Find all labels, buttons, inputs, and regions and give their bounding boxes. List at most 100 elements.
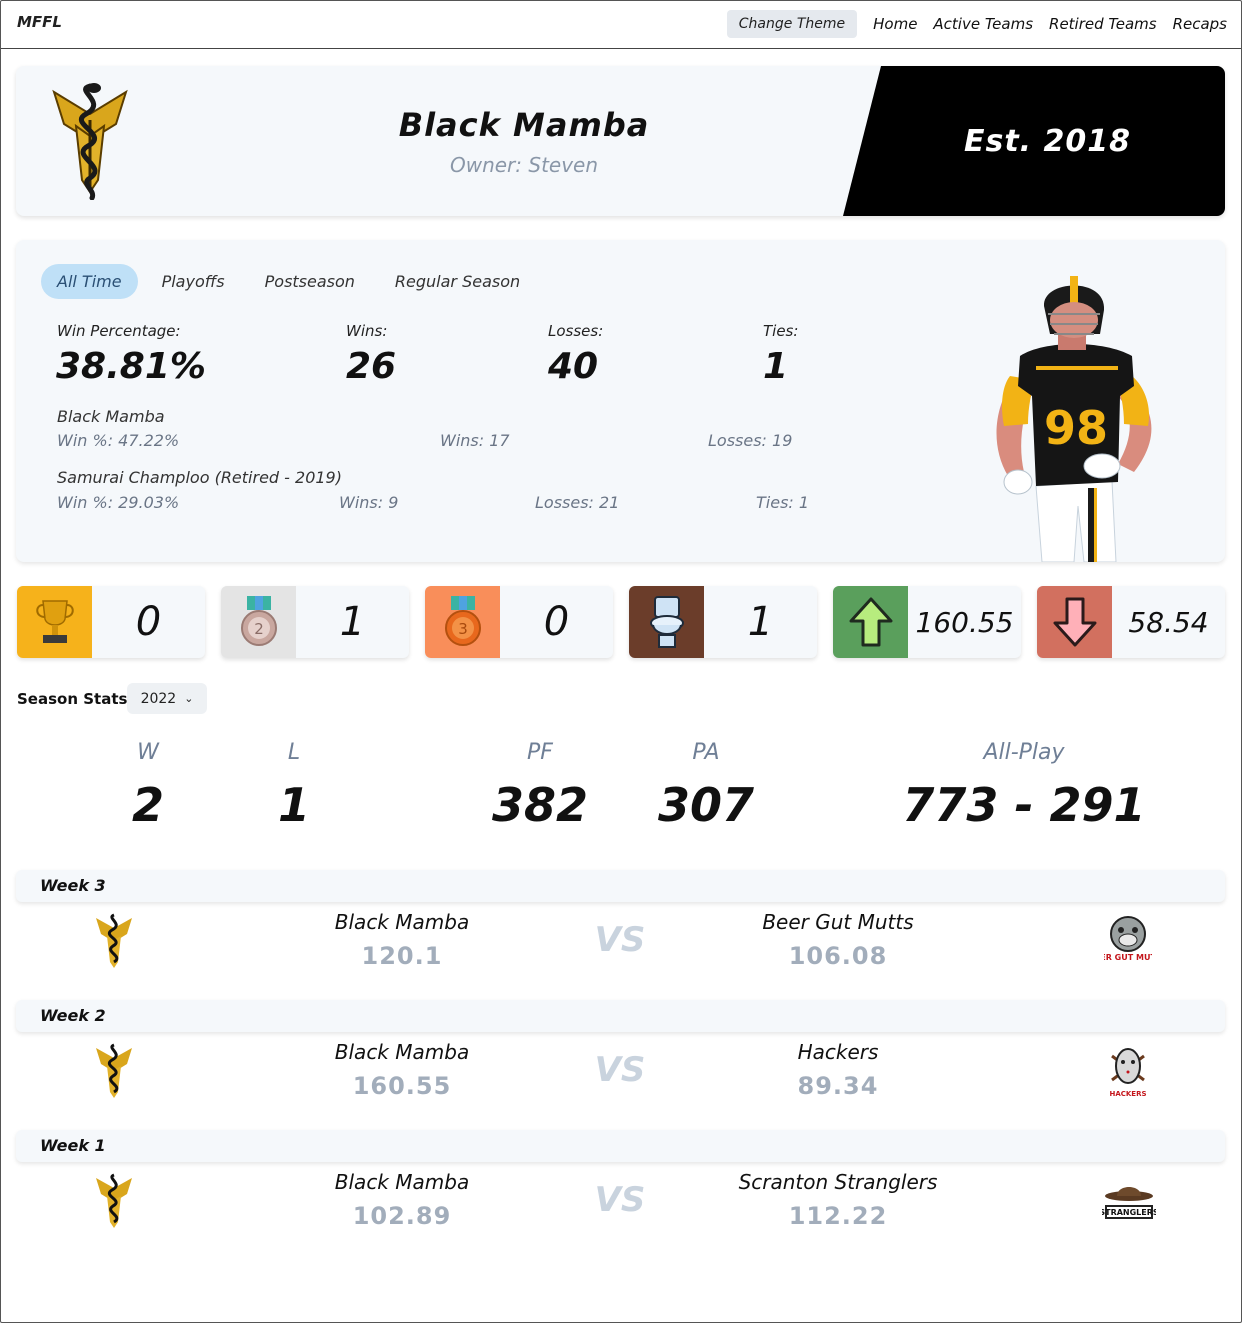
season-wins-header: W (137, 740, 159, 765)
team-owner: Owner: Steven (449, 153, 599, 177)
award-card-championships: 0 (17, 586, 205, 658)
home-team-score: 160.55 (352, 1072, 452, 1100)
away-logo-text: BEER GUT MUTTS (1104, 953, 1152, 962)
win-percentage-value: 38.81% (56, 346, 206, 387)
history-team-name: Samurai Champloo (Retired - 2019) (57, 468, 342, 487)
away-team-score: 112.22 (788, 1202, 888, 1230)
season-pa-value: 307 (657, 778, 755, 832)
second-place-count: 1 (339, 599, 366, 645)
season-losses-value: 1 (277, 778, 310, 832)
season-allplay-header: All-Play (983, 740, 1065, 765)
season-stats-label: Season Stats: (17, 690, 134, 708)
award-card-high-score: 160.55 (833, 586, 1021, 658)
history-losses: Losses: 19 (708, 431, 793, 450)
high-score-value: 160.55 (915, 605, 1014, 639)
home-team-score: 102.89 (352, 1202, 452, 1230)
nav-link-home[interactable]: Home (873, 15, 917, 33)
black-mamba-logo-icon (96, 1043, 132, 1098)
change-theme-button[interactable]: Change Theme (726, 10, 858, 38)
tab-all-time[interactable]: All Time (41, 264, 138, 299)
record-stats-card: All Time Playoffs Postseason Regular Sea… (16, 240, 1225, 562)
arrow-down-icon (1037, 586, 1112, 658)
black-mamba-logo-icon (96, 913, 132, 968)
season-allplay-value: 773 - 291 (902, 778, 1146, 832)
hockey-mask-logo-icon: HACKERS (1109, 1048, 1147, 1098)
home-team-name[interactable]: Black Mamba (272, 1040, 532, 1064)
losses-value: 40 (548, 346, 599, 387)
home-team-name[interactable]: Black Mamba (272, 910, 532, 934)
wins-value: 26 (346, 346, 397, 387)
low-score-value: 58.54 (1128, 605, 1209, 639)
history-ties: Ties: 1 (756, 493, 810, 512)
away-team-score: 89.34 (797, 1072, 879, 1100)
week-header: Week 3 (16, 870, 1225, 902)
ties-label: Ties: (763, 322, 799, 340)
season-wins-value: 2 (131, 778, 164, 832)
away-logo-text: HACKERS (1109, 1090, 1146, 1098)
tab-regular-season[interactable]: Regular Season (379, 264, 536, 299)
cowboy-hat-logo-icon: STRANGLERS (1102, 1187, 1156, 1219)
history-win-pct: Win %: 47.22% (57, 431, 180, 450)
nav-link-recaps[interactable]: Recaps (1173, 15, 1227, 33)
versus-label: VS (594, 1180, 646, 1220)
away-team-score: 106.08 (788, 942, 888, 970)
team-name: Black Mamba (398, 106, 650, 144)
season-pf-header: PF (527, 740, 553, 765)
season-losses-header: L (287, 740, 301, 765)
established-year: Est. 2018 (963, 124, 1131, 159)
arrow-up-icon (833, 586, 908, 658)
bronze-medal-icon: 3 (425, 586, 500, 658)
tab-playoffs[interactable]: Playoffs (146, 264, 241, 299)
versus-label: VS (594, 1050, 646, 1090)
svg-text:2: 2 (254, 620, 264, 638)
wins-label: Wins: (346, 322, 388, 340)
week-header: Week 2 (16, 1000, 1225, 1032)
away-team-name[interactable]: Scranton Stranglers (708, 1170, 968, 1194)
toilet-icon (629, 586, 704, 658)
football-player-illustration: 98 (996, 276, 1152, 562)
trophy-icon (17, 586, 92, 658)
svg-text:98: 98 (1044, 401, 1108, 455)
team-header-card: Black Mamba Owner: Steven Est. 2018 (16, 66, 1225, 216)
season-pf-value: 382 (491, 778, 589, 832)
week-label: Week 3 (40, 876, 106, 895)
win-percentage-label: Win Percentage: (57, 322, 181, 340)
stats-tabs: All Time Playoffs Postseason Regular Sea… (41, 264, 536, 299)
nav-link-active-teams[interactable]: Active Teams (933, 15, 1033, 33)
season-year-value: 2022 (140, 690, 177, 707)
week-label: Week 2 (40, 1006, 106, 1025)
history-wins: Wins: 17 (440, 431, 510, 450)
nav-links: Change Theme Home Active Teams Retired T… (726, 10, 1227, 38)
home-team-score: 120.1 (361, 942, 443, 970)
black-mamba-logo-icon (96, 1173, 132, 1228)
award-card-second-place: 2 1 (221, 586, 409, 658)
away-team-name[interactable]: Beer Gut Mutts (708, 910, 968, 934)
season-year-select[interactable]: 2022 ⌄ (127, 683, 207, 714)
week-header: Week 1 (16, 1130, 1225, 1162)
ties-value: 1 (763, 346, 789, 387)
home-team-name[interactable]: Black Mamba (272, 1170, 532, 1194)
chevron-down-icon: ⌄ (184, 692, 194, 705)
third-place-count: 0 (543, 599, 570, 645)
nav-link-retired-teams[interactable]: Retired Teams (1049, 15, 1157, 33)
losses-label: Losses: (548, 322, 604, 340)
award-card-low-score: 58.54 (1037, 586, 1225, 658)
away-logo-text: STRANGLERS (1102, 1208, 1156, 1217)
history-wins: Wins: 9 (339, 493, 399, 512)
black-mamba-logo-icon (52, 83, 128, 200)
award-card-third-place: 3 0 (425, 586, 613, 658)
bulldog-logo-icon: BEER GUT MUTTS (1104, 916, 1152, 962)
award-card-last-place: 1 (629, 586, 817, 658)
away-team-name[interactable]: Hackers (708, 1040, 968, 1064)
brand-logo[interactable]: MFFL (17, 13, 62, 31)
season-pa-header: PA (692, 740, 720, 765)
svg-text:3: 3 (458, 620, 468, 638)
history-losses: Losses: 21 (535, 493, 620, 512)
week-label: Week 1 (40, 1136, 106, 1155)
tab-postseason[interactable]: Postseason (249, 264, 371, 299)
top-navbar: MFFL Change Theme Home Active Teams Reti… (1, 1, 1241, 49)
history-win-pct: Win %: 29.03% (57, 493, 180, 512)
last-place-count: 1 (747, 599, 774, 645)
silver-medal-icon: 2 (221, 586, 296, 658)
championships-count: 0 (135, 599, 162, 645)
